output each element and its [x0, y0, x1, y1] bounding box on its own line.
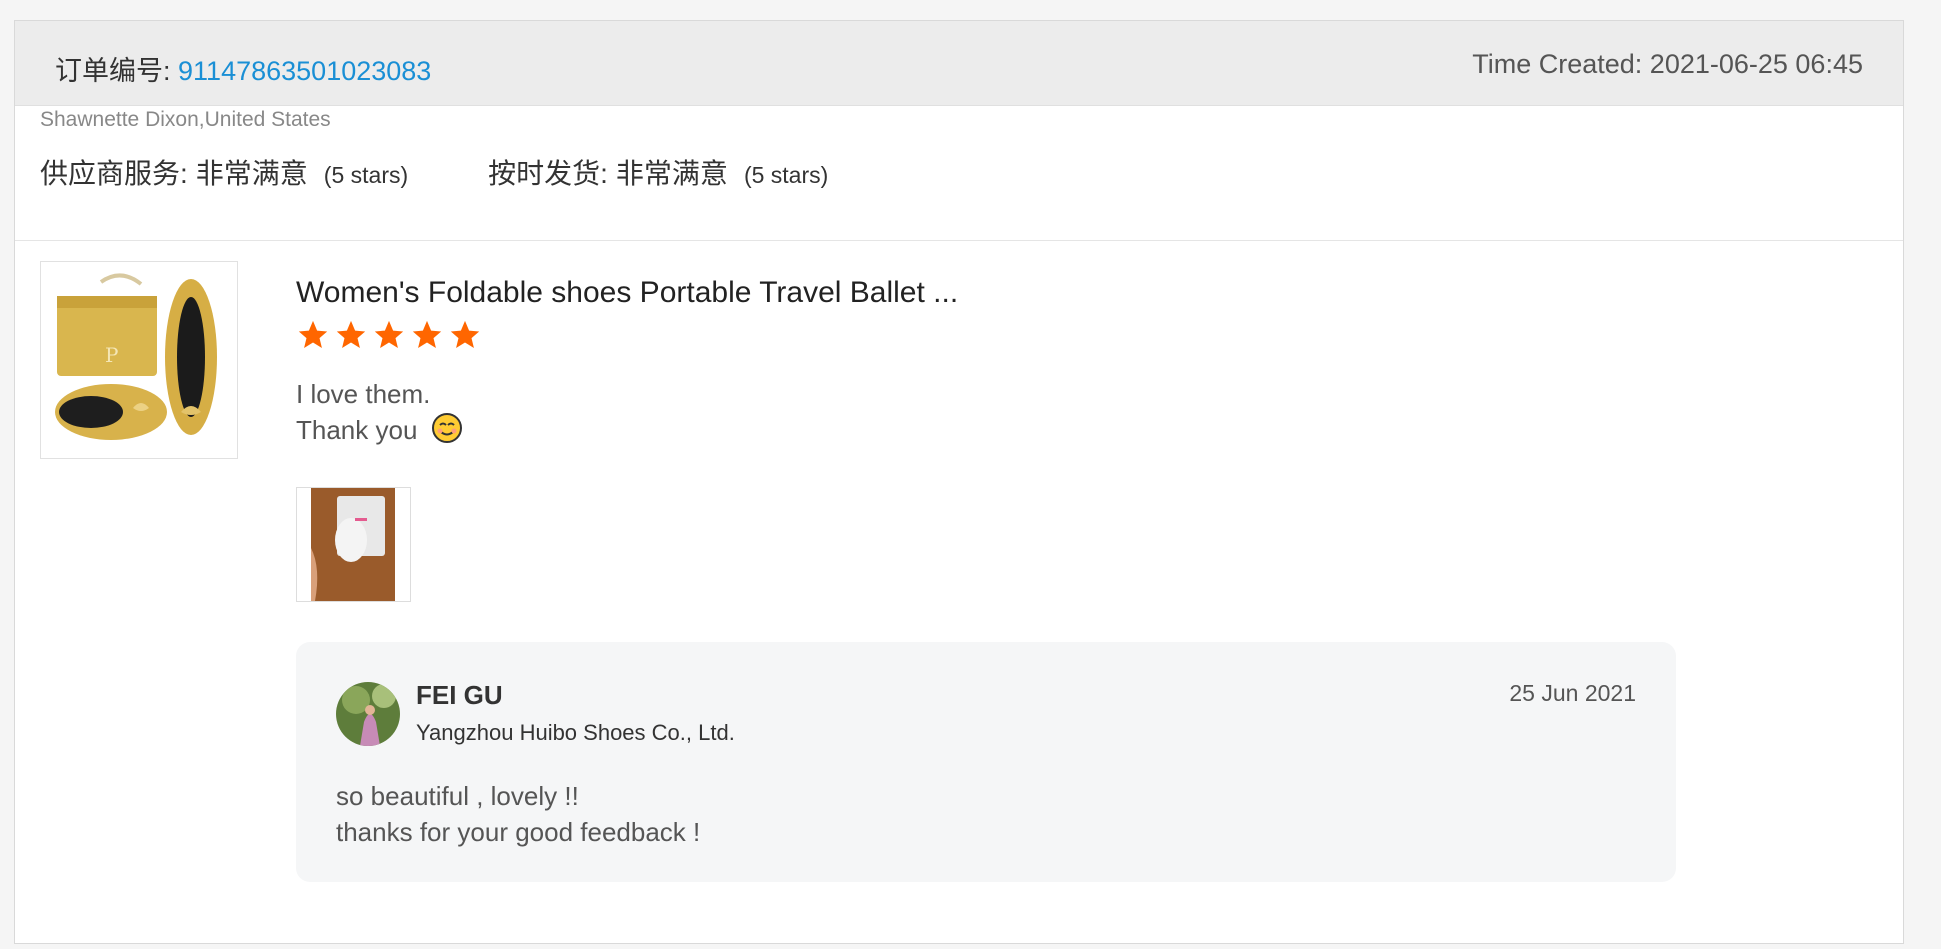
star-icon: [298, 320, 328, 349]
review-text: I love them. Thank you: [296, 376, 463, 448]
smiling-face-icon: [431, 413, 462, 443]
order-number: 订单编号: 91147863501023083: [55, 49, 431, 88]
buyer-photo-icon: [297, 488, 410, 601]
product-title[interactable]: Women's Foldable shoes Portable Travel B…: [296, 276, 958, 310]
rating-stars-note: (5 stars): [323, 162, 409, 188]
rating-supplier-service: 供应商服务: 非常满意 (5 stars): [40, 152, 408, 192]
reply-text: so beautiful , lovely !! thanks for your…: [336, 778, 700, 850]
seller-company[interactable]: Yangzhou Huibo Shoes Co., Ltd.: [416, 720, 735, 746]
rating-on-time-shipping: 按时发货: 非常满意 (5 stars): [488, 152, 828, 192]
seller-reply: FEI GU Yangzhou Huibo Shoes Co., Ltd. 25…: [296, 642, 1676, 882]
review-photo-thumbnail[interactable]: [296, 487, 411, 602]
svg-text:P: P: [105, 343, 118, 367]
rating-label: 按时发货:: [488, 158, 608, 189]
foldable-shoes-icon: P: [41, 262, 237, 458]
store-ratings: 供应商服务: 非常满意 (5 stars) 按时发货: 非常满意 (5 star…: [40, 152, 828, 192]
star-icon: [336, 320, 366, 349]
rating-stars-note: (5 stars): [743, 162, 829, 188]
rating-label: 供应商服务:: [40, 158, 188, 189]
review-line-1: I love them.: [296, 379, 431, 409]
reply-date: 25 Jun 2021: [1509, 680, 1636, 706]
product-image[interactable]: P: [40, 261, 238, 459]
review-line-2: Thank you: [296, 412, 463, 448]
avatar-image-icon: [336, 682, 400, 746]
seller-name: FEI GU: [416, 680, 503, 710]
rating-value: 非常满意: [195, 158, 308, 189]
reply-line-2: thanks for your good feedback !: [336, 817, 701, 847]
star-icon: [450, 320, 480, 349]
avatar: [336, 682, 400, 746]
product-star-rating: [296, 318, 482, 352]
order-header: 订单编号: 91147863501023083 Time Created: 20…: [15, 21, 1903, 106]
star-icon: [374, 320, 404, 349]
order-number-label: 订单编号:: [55, 56, 171, 86]
star-icon: [412, 320, 442, 349]
time-created: Time Created: 2021-06-25 06:45: [1472, 49, 1863, 79]
buyer-name-country: Shawnette Dixon,United States: [40, 108, 331, 131]
order-number-link[interactable]: 91147863501023083: [178, 56, 431, 86]
review-line-2-text: Thank you: [296, 415, 418, 445]
reply-line-1: so beautiful , lovely !!: [336, 781, 579, 811]
rating-value: 非常满意: [615, 158, 728, 189]
